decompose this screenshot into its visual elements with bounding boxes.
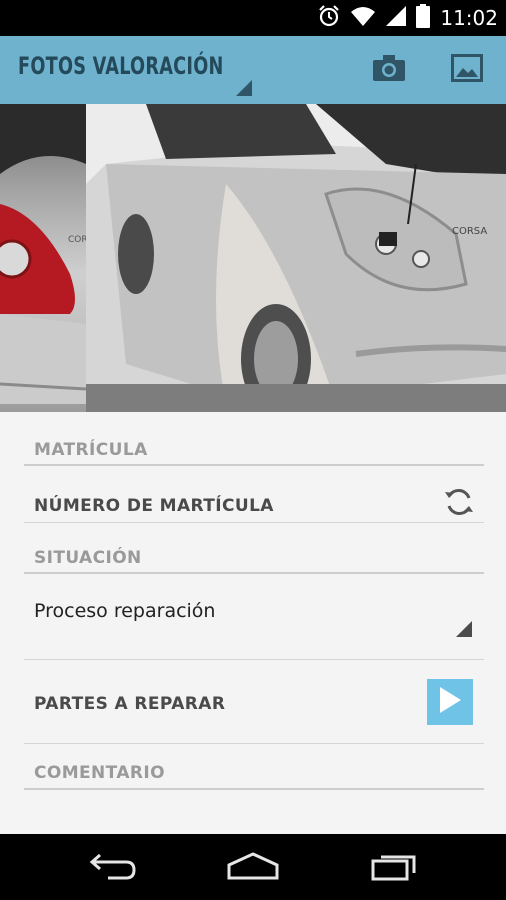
gallery-icon [451,54,483,86]
situacion-select[interactable]: Proceso reparación [34,600,215,622]
screen-title[interactable]: FOTOS VALORACIÓN [18,52,224,80]
action-bar: FOTOS VALORACIÓN [0,36,506,104]
section-divider [24,464,484,466]
alarm-icon [318,5,340,31]
chevron-down-icon[interactable] [456,621,472,637]
photo-thumbnail[interactable]: CORSA [0,104,101,412]
photo-badge-text: CORSA [452,226,487,237]
valuation-form: MATRÍCULA NÚMERO DE MARTÍCULA SITUACIÓN … [0,412,506,834]
home-icon [225,851,281,885]
refresh-button[interactable] [443,486,475,518]
back-button[interactable] [83,848,143,888]
section-divider [24,572,484,574]
status-bar: 11:02 [0,0,506,36]
signal-icon [386,5,407,31]
partes-label[interactable]: PARTES A REPARAR [34,694,225,714]
gallery-button[interactable] [447,50,487,90]
back-icon [88,851,138,885]
wifi-icon [350,5,376,31]
status-icons: 11:02 [318,0,498,36]
comentario-underline[interactable] [24,788,484,790]
matricula-label: MATRÍCULA [34,440,148,460]
navigation-bar [0,834,506,900]
comentario-label: COMENTARIO [34,763,165,783]
title-dropdown-icon[interactable] [236,80,252,96]
photo-thumbnail[interactable]: CORSA [86,104,506,412]
clock: 11:02 [440,6,498,30]
situacion-label: SITUACIÓN [34,548,142,568]
matricula-input[interactable]: NÚMERO DE MARTÍCULA [34,496,274,516]
photo-badge-text: CORSA [68,235,86,245]
recent-apps-button[interactable] [364,848,424,888]
camera-icon [372,54,406,86]
section-divider [24,743,484,744]
camera-button[interactable] [369,50,409,90]
home-button[interactable] [223,848,283,888]
partes-next-button[interactable] [427,679,473,725]
recent-apps-icon [369,851,419,885]
play-icon [437,685,463,719]
input-underline [24,659,484,660]
photo-strip[interactable]: CORSA CORSA [0,104,506,412]
battery-icon [416,4,431,32]
refresh-icon [443,489,475,522]
input-underline [24,522,484,523]
